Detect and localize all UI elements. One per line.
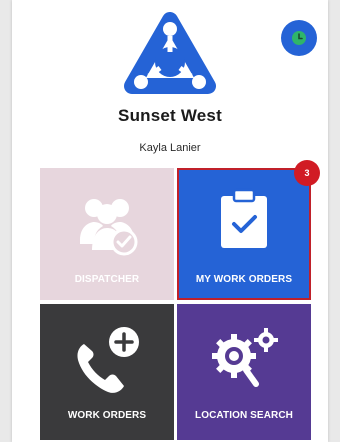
- gear-search-icon: [212, 328, 278, 387]
- tile-work-orders-label: WORK ORDERS: [67, 410, 147, 421]
- work-orders-count-badge: 3: [294, 160, 320, 186]
- clock-icon: [292, 31, 306, 45]
- status-clock-button[interactable]: [281, 20, 317, 56]
- people-check-icon: [80, 199, 138, 256]
- organization-name: Sunset West: [118, 106, 222, 125]
- clipboard-check-icon: [221, 188, 267, 248]
- phone-plus-icon: [77, 327, 139, 393]
- tile-my-work-orders-label: MY WORK ORDERS: [195, 274, 293, 285]
- tile-location-search-label: LOCATION SEARCH: [195, 410, 293, 421]
- tile-dispatcher[interactable]: DISPATCHER: [40, 168, 174, 300]
- tile-location-search[interactable]: LOCATION SEARCH: [177, 304, 311, 440]
- tile-my-work-orders[interactable]: MY WORK ORDERS: [177, 168, 311, 300]
- tile-work-orders[interactable]: WORK ORDERS: [40, 304, 174, 440]
- organization-logo: [120, 12, 220, 100]
- user-name: Kayla Lanier: [139, 142, 201, 154]
- triangle-network-logo: [124, 12, 216, 94]
- tile-dispatcher-label: DISPATCHER: [74, 274, 140, 285]
